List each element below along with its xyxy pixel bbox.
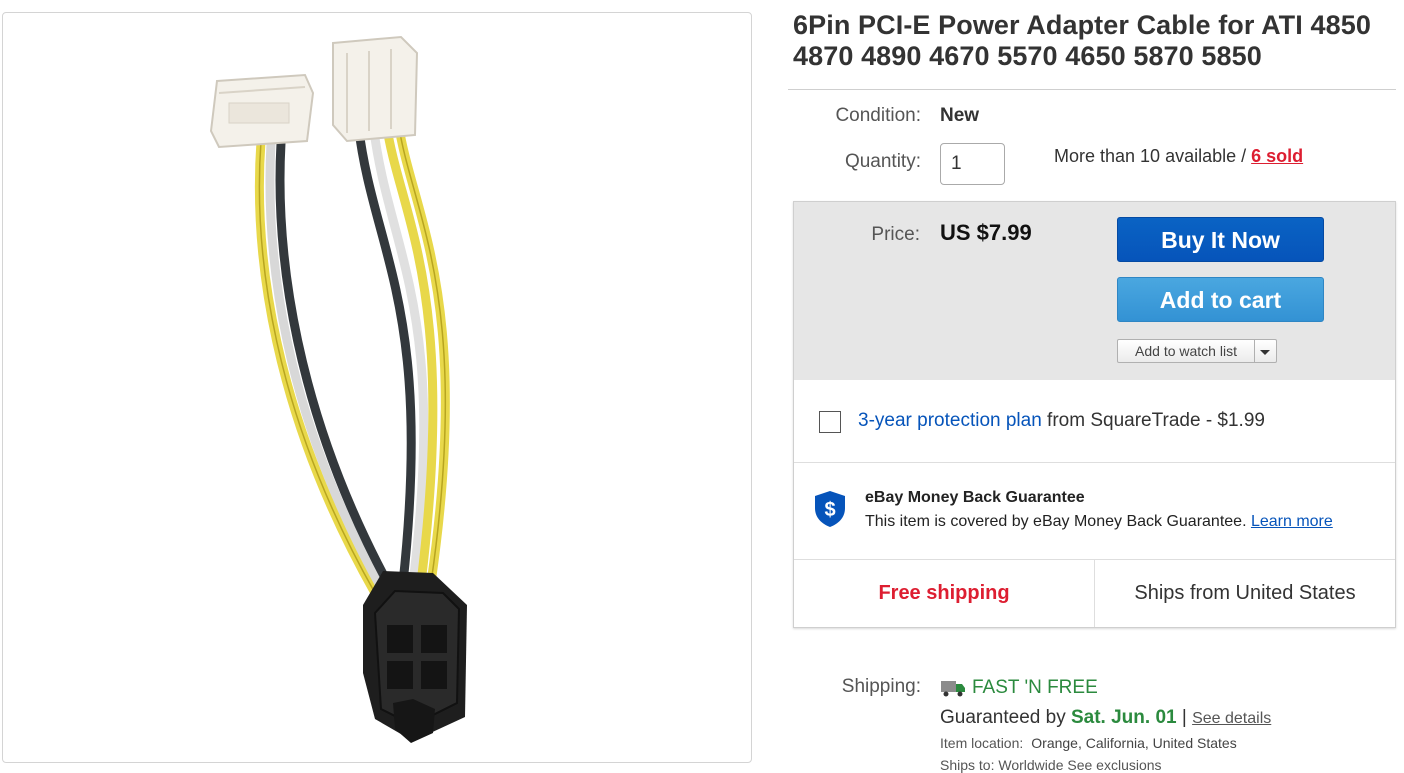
quantity-input[interactable] (940, 143, 1005, 185)
watch-list-control: Add to watch list (1117, 339, 1277, 363)
ships-to-label: Ships to: (940, 757, 995, 773)
see-exclusions-link[interactable]: See exclusions (1067, 757, 1161, 773)
availability-text: More than 10 available / (1054, 146, 1252, 166)
chevron-down-icon[interactable] (1254, 340, 1276, 362)
buy-it-now-button[interactable]: Buy It Now (1117, 217, 1324, 262)
protection-plan-checkbox[interactable] (819, 411, 841, 433)
learn-more-link[interactable]: Learn more (1251, 513, 1333, 530)
protection-plan-price: from SquareTrade - $1.99 (1041, 410, 1265, 431)
shield-dollar-icon: $ (815, 491, 845, 527)
guaranteed-date: Sat. Jun. 01 (1070, 707, 1177, 728)
item-location-label: Item location: (940, 735, 1024, 751)
shipping-label: Shipping: (841, 676, 921, 697)
guaranteed-by-text: Guaranteed by (940, 707, 1071, 728)
ships-to-value: Worldwide (998, 757, 1064, 773)
protection-plan-link[interactable]: 3-year protection plan (858, 410, 1042, 431)
fast-n-free: FAST 'N FREE (972, 677, 1098, 698)
price-area: Price: US $7.99 Buy It Now Add to cart A… (794, 202, 1395, 380)
separator: | (1176, 707, 1193, 728)
buy-box: Price: US $7.99 Buy It Now Add to cart A… (793, 201, 1396, 628)
add-to-cart-button[interactable]: Add to cart (1117, 277, 1324, 322)
sold-count-link[interactable]: 6 sold (1251, 146, 1303, 166)
condition-value: New (940, 105, 980, 126)
title-divider (788, 89, 1396, 90)
see-details-link[interactable]: See details (1192, 710, 1271, 727)
price-label: Price: (871, 224, 920, 245)
ships-to: Ships to: Worldwide See exclusions (940, 757, 1162, 773)
svg-text:$: $ (824, 499, 835, 521)
mbg-body: This item is covered by eBay Money Back … (865, 513, 1333, 531)
item-location-value: Orange, California, United States (1031, 735, 1237, 751)
mbg-body-text: This item is covered by eBay Money Back … (865, 513, 1251, 530)
item-location: Item location: Orange, California, United… (940, 735, 1237, 751)
protection-plan-row: 3-year protection plan from SquareTrade … (794, 380, 1395, 463)
quantity-label: Quantity: (844, 151, 921, 172)
availability: More than 10 available / 6 sold (1054, 146, 1303, 167)
add-to-watch-list-button[interactable]: Add to watch list (1118, 340, 1255, 362)
shipping-summary: Free shipping Ships from United States (794, 559, 1395, 627)
product-image[interactable] (2, 12, 752, 763)
item-title: 6Pin PCI-E Power Adapter Cable for ATI 4… (793, 10, 1371, 71)
mbg-title: eBay Money Back Guarantee (865, 489, 1085, 506)
condition-label: Condition: (835, 105, 921, 126)
ships-from: Ships from United States (1134, 582, 1356, 604)
free-shipping: Free shipping (878, 582, 1010, 604)
delivery-guarantee: Guaranteed by Sat. Jun. 01 | See details (940, 707, 1271, 729)
cable-illustration (209, 35, 467, 743)
price-value: US $7.99 (940, 220, 1032, 245)
truck-icon (941, 681, 965, 697)
protection-plan-text: 3-year protection plan from SquareTrade … (858, 410, 1265, 432)
money-back-guarantee: $ eBay Money Back Guarantee This item is… (794, 463, 1395, 560)
